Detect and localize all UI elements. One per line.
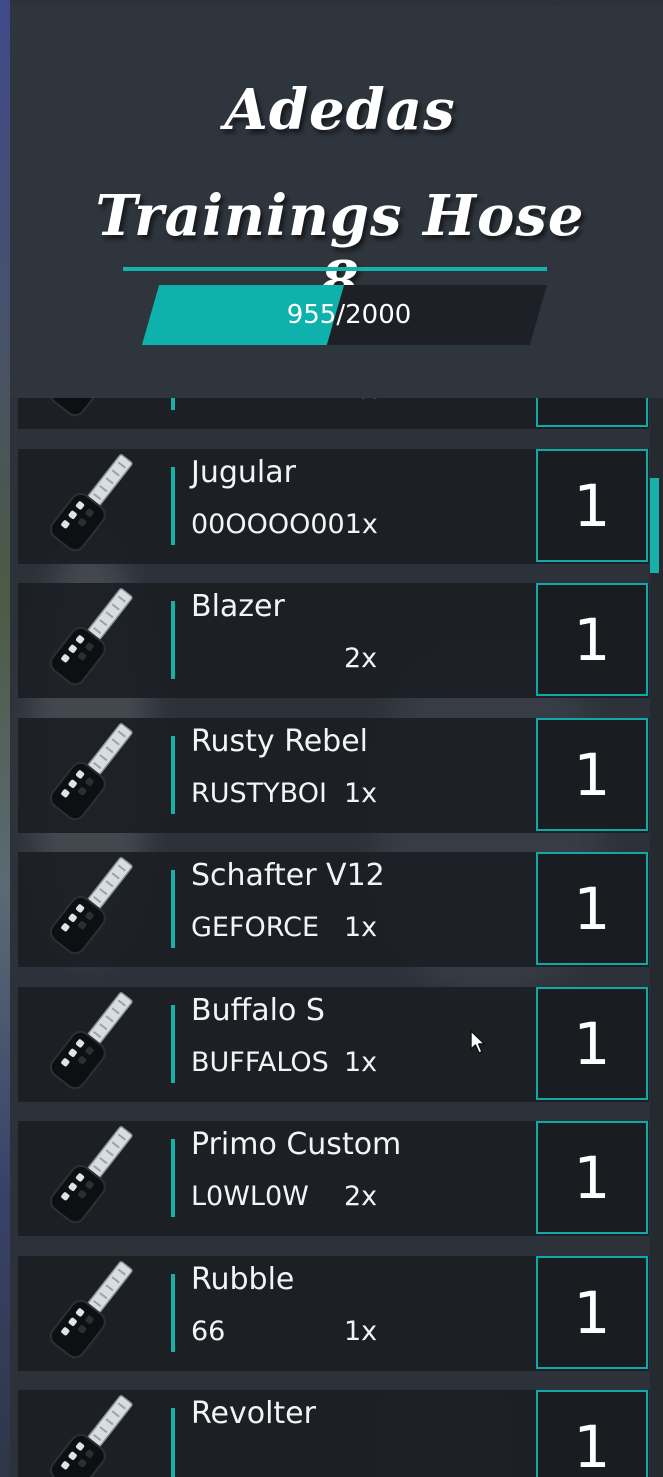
list-item[interactable]: Revolter 1 (18, 1390, 649, 1477)
mouse-pointer-icon (470, 1030, 486, 1054)
item-count: 1x (344, 1315, 378, 1347)
item-name: Schafter V12 (191, 858, 385, 893)
item-plate: L0WL0W (191, 1181, 309, 1212)
item-plate: 00OOOO001x (191, 508, 378, 540)
item-divider (171, 466, 175, 545)
item-divider (171, 601, 175, 679)
list-item[interactable]: Blazer 2x 1 (18, 583, 649, 698)
quantity-box[interactable]: 1 (536, 448, 648, 562)
item-divider (171, 870, 175, 948)
item-plate: GEFORCE (191, 912, 320, 943)
item-count: 2x (344, 1181, 378, 1212)
list-scrollbar[interactable] (650, 398, 663, 1477)
list-item[interactable]: XXXYXXXX 1x (18, 398, 649, 429)
item-plate: BUFFALOS (191, 1046, 329, 1078)
item-name: Buffalo S (191, 992, 325, 1028)
item-list[interactable]: XXXYXXXX 1x Jugular 00OOOO001x 1 Blazer … (0, 398, 663, 1477)
item-name: Jugular (191, 454, 296, 490)
quantity-box[interactable]: 1 (536, 852, 648, 965)
item-count: 1x (344, 777, 378, 809)
item-divider (171, 1004, 175, 1083)
car-key-icon (40, 587, 150, 691)
car-key-icon (40, 398, 150, 422)
quantity-box[interactable]: 1 (536, 717, 648, 831)
quantity-box[interactable] (536, 398, 648, 427)
item-name: Primo Custom (191, 1127, 402, 1162)
item-count: 2x (344, 643, 378, 674)
item-count: 1x (344, 912, 378, 943)
quantity-box[interactable]: 1 (536, 1121, 648, 1234)
list-item[interactable]: Primo Custom L0WL0W 2x 1 (18, 1121, 649, 1236)
progress-text: 955/2000 (286, 300, 412, 330)
list-item[interactable]: Rusty Rebel RUSTYBOI 1x 1 (18, 717, 649, 833)
title-underline (123, 267, 547, 271)
item-plate: XXXYXXXX (191, 398, 337, 405)
scrollbar-thumb[interactable] (650, 478, 659, 573)
list-item[interactable]: Schafter V12 GEFORCE 1x 1 (18, 852, 649, 967)
quantity-box[interactable]: 1 (536, 1390, 648, 1477)
item-name: Blazer (191, 589, 285, 624)
quantity-box[interactable]: 1 (536, 583, 648, 696)
item-name: Rusty Rebel (191, 723, 368, 759)
item-divider (171, 1139, 175, 1217)
car-key-icon (40, 453, 150, 557)
item-divider (171, 1273, 175, 1352)
item-plate: 66 (191, 1315, 226, 1347)
item-divider (171, 398, 175, 410)
car-key-icon (40, 722, 150, 826)
car-key-icon (40, 856, 150, 960)
item-count: 1x (344, 398, 377, 405)
item-plate: RUSTYBOI (191, 777, 327, 809)
item-divider (171, 735, 175, 814)
item-divider (171, 1408, 175, 1477)
list-item[interactable]: Buffalo S BUFFALOS 1x 1 (18, 986, 649, 1102)
item-name: Revolter (191, 1396, 316, 1431)
item-title-line1: Adedas (224, 77, 456, 143)
car-key-icon (40, 1125, 150, 1229)
item-name: Rubble (191, 1261, 295, 1297)
item-header: Adedas Trainings Hose 8 955/2000 (10, 5, 663, 398)
car-key-icon (40, 1394, 150, 1477)
quantity-box[interactable]: 1 (536, 1255, 648, 1369)
car-key-icon (40, 991, 150, 1095)
list-item[interactable]: Rubble 66 1x 1 (18, 1255, 649, 1371)
quantity-box[interactable]: 1 (536, 986, 648, 1100)
list-item[interactable]: Jugular 00OOOO001x 1 (18, 448, 649, 564)
item-count: 1x (344, 1046, 378, 1078)
car-key-icon (40, 1260, 150, 1364)
